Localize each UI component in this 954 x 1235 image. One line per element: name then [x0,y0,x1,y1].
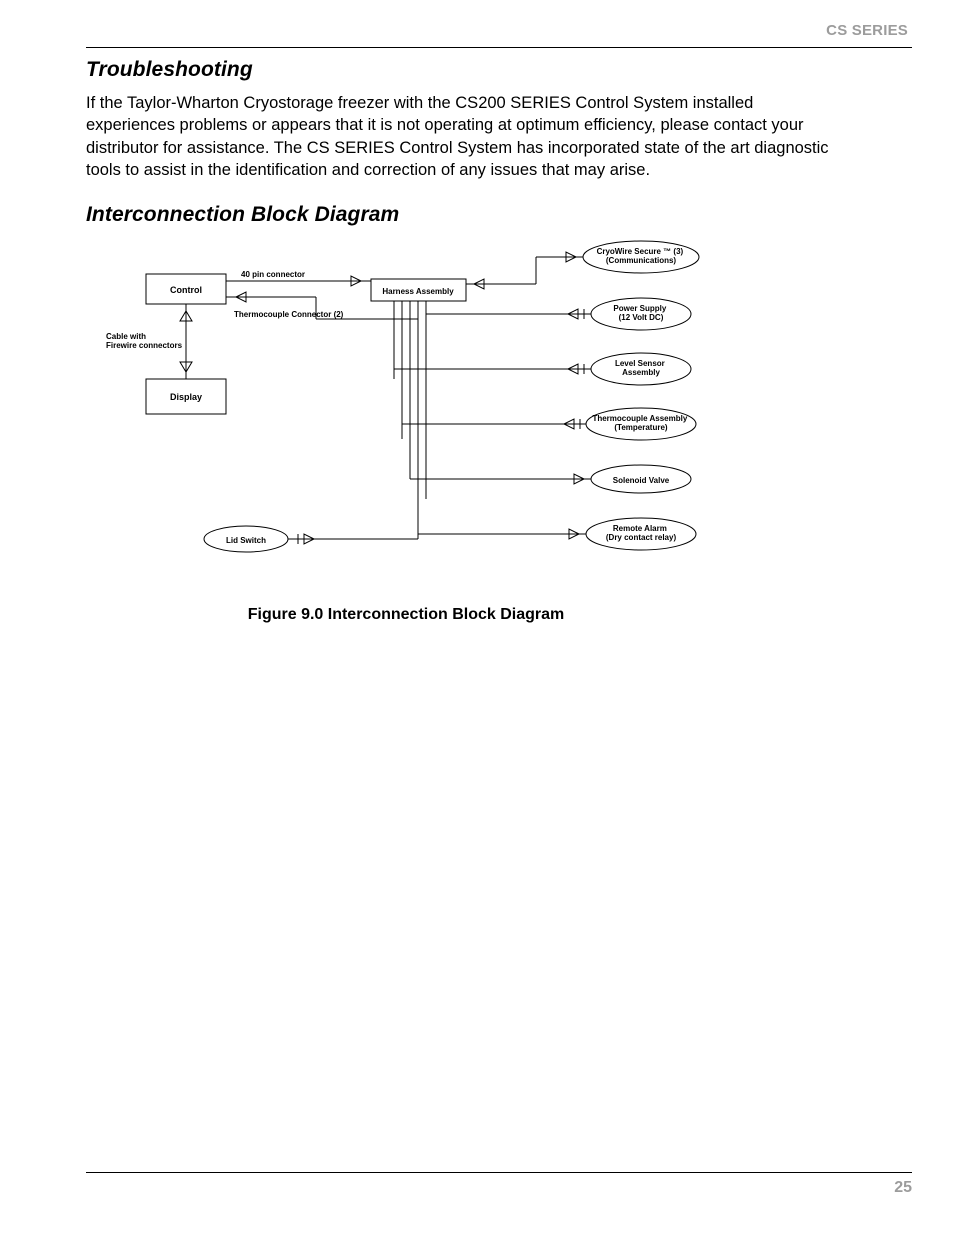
display-label: Display [170,392,202,402]
power-label: Power Supply (12 Volt DC) [613,304,668,322]
thermo-conn-label: Thermocouple Connector (2) [234,310,344,319]
solenoid-label: Solenoid Valve [613,476,670,485]
page-number: 25 [86,1179,912,1197]
troubleshooting-body: If the Taylor-Wharton Cryostorage freeze… [86,92,846,181]
diagram-heading: Interconnection Block Diagram [86,203,912,227]
top-rule [86,47,912,48]
header-brand: CS SERIES [86,22,912,39]
diagram-figure: Control Display Cable with Firewire conn… [106,239,912,624]
level-label: Level Sensor Assembly [615,359,667,377]
thermo-label: Thermocouple Assembly (Temperature) [592,414,689,432]
bottom-rule [86,1172,912,1173]
cryowire-label: CryoWire Secure ™ (3) (Communications) [597,247,686,265]
cable-firewire-label: Cable with Firewire connectors [106,332,183,350]
figure-caption: Figure 9.0 Interconnection Block Diagram [106,606,706,624]
troubleshooting-heading: Troubleshooting [86,58,912,82]
interconnection-diagram: Control Display Cable with Firewire conn… [106,239,726,589]
pin40-label: 40 pin connector [241,270,305,279]
remote-label: Remote Alarm (Dry contact relay) [606,524,677,542]
lid-label: Lid Switch [226,536,266,545]
control-label: Control [170,285,202,295]
harness-label: Harness Assembly [382,287,454,296]
